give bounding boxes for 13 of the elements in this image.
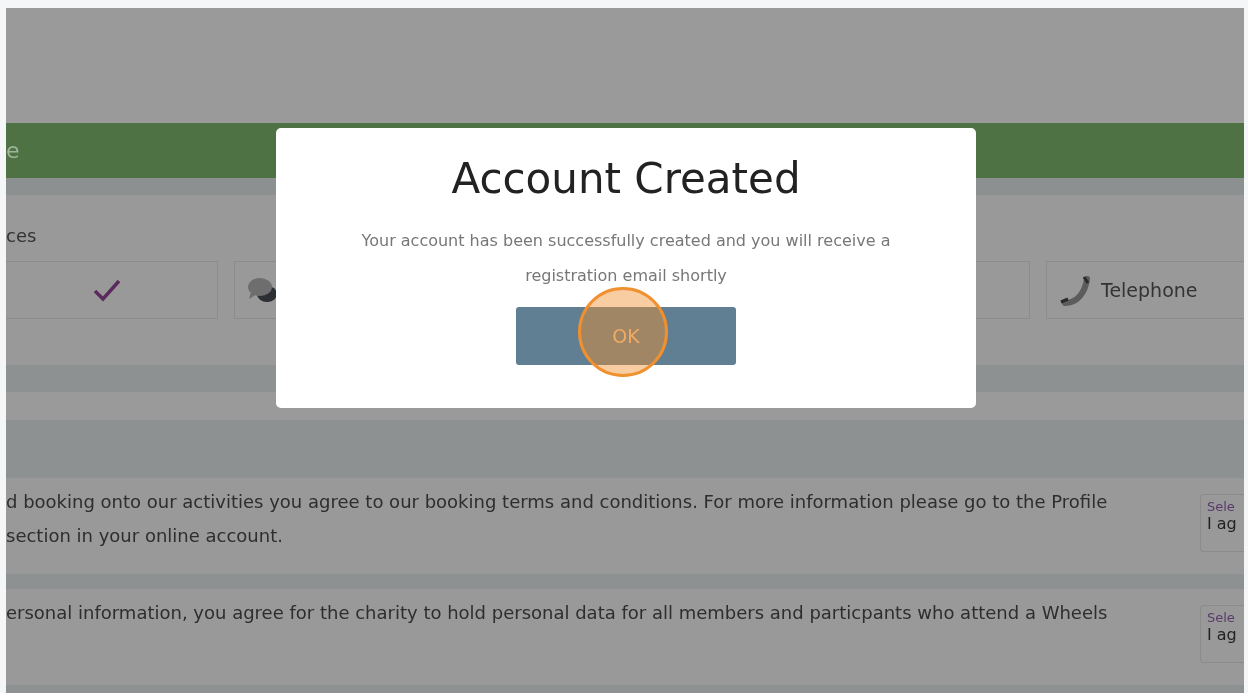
chat-icon bbox=[247, 275, 277, 305]
option-card[interactable] bbox=[6, 261, 218, 319]
dialog-message: Your account has been successfully created and you will receive a registration email shortly bbox=[361, 230, 891, 287]
option-label: Telephone bbox=[1101, 279, 1198, 301]
select-field[interactable]: Sele I ag bbox=[1200, 605, 1244, 663]
agreement-text: ersonal information, you agree for the charity to hold personal data for all members and particpants who attend a Wheels bbox=[6, 601, 1108, 625]
option-card[interactable]: Telephone bbox=[1046, 261, 1244, 319]
select-field[interactable]: Sele I ag bbox=[1200, 494, 1244, 552]
preferences-label: ces bbox=[6, 225, 37, 246]
checkmark-icon bbox=[92, 278, 122, 302]
dialog-title: Account Created bbox=[451, 154, 801, 203]
banner-title: e bbox=[6, 138, 20, 163]
agreement-text: d booking onto our activities you agree to our booking terms and conditions. For more information please go to the Profile section in your online account. bbox=[6, 490, 1108, 548]
